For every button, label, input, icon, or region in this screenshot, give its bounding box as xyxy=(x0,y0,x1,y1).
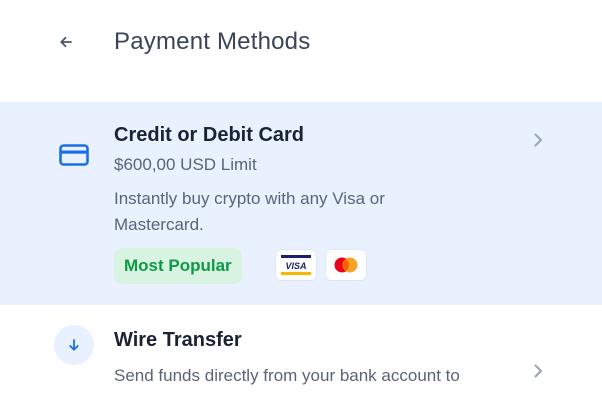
mastercard-logo xyxy=(326,250,366,280)
method-title: Credit or Debit Card xyxy=(114,124,305,146)
credit-card-icon xyxy=(59,144,89,166)
wire-icon-circle xyxy=(54,325,94,365)
method-description: Send funds directly from your bank accou… xyxy=(114,366,460,385)
back-button[interactable] xyxy=(50,26,82,58)
method-limit: $600,00 USD Limit xyxy=(114,155,257,174)
visa-logo: VISA xyxy=(276,250,316,280)
visa-logo-text: VISA xyxy=(285,261,306,271)
chevron-right-icon xyxy=(534,133,542,147)
method-description: Instantly buy crypto with any Visa or Ma… xyxy=(114,189,385,234)
header: Payment Methods xyxy=(0,0,602,100)
payment-method-wire-transfer[interactable]: Wire Transfer Send funds directly from y… xyxy=(0,305,602,402)
payment-method-credit-card[interactable]: Credit or Debit Card $600,00 USD Limit I… xyxy=(0,102,602,305)
most-popular-badge: Most Popular xyxy=(114,248,242,284)
arrow-down-icon xyxy=(69,339,79,351)
arrow-left-icon xyxy=(60,36,72,48)
method-title: Wire Transfer xyxy=(114,329,242,351)
chevron-right-icon xyxy=(534,364,542,378)
page-title: Payment Methods xyxy=(114,28,311,55)
